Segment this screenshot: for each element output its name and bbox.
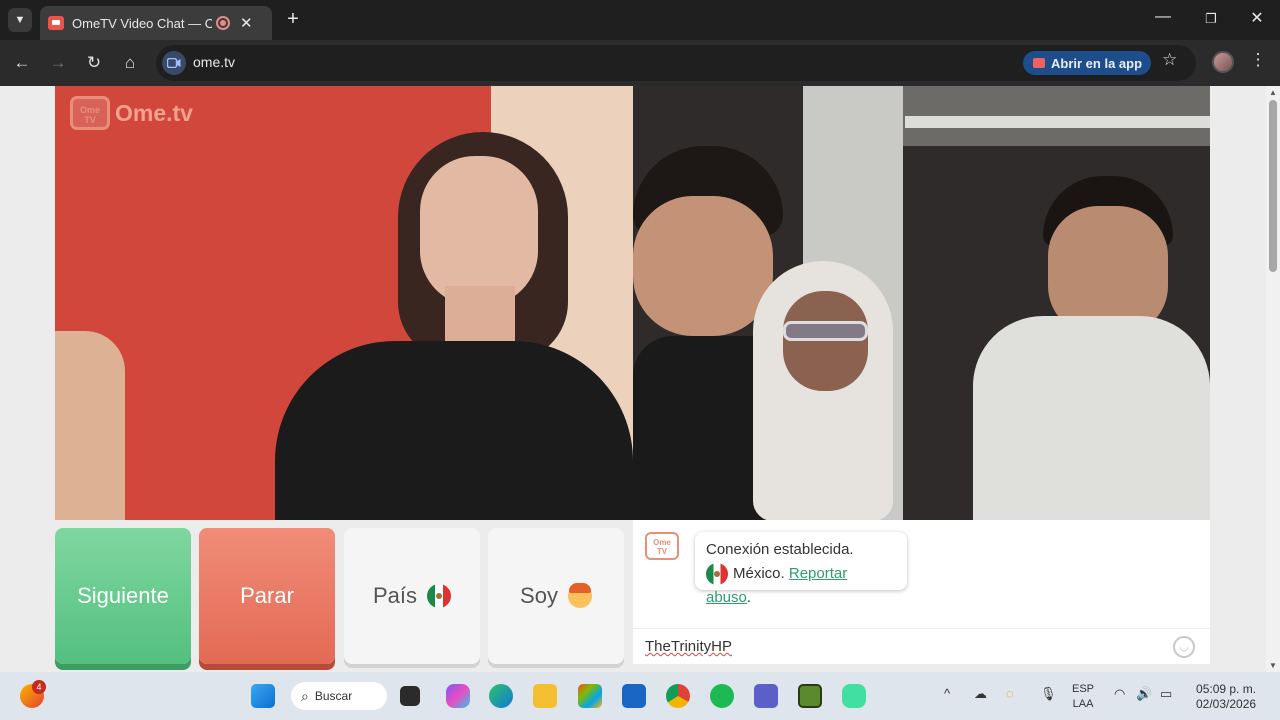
minecraft-icon[interactable] xyxy=(798,684,822,708)
forward-button[interactable]: → xyxy=(47,52,69,74)
home-button[interactable]: ⌂ xyxy=(119,52,141,74)
close-tab-icon[interactable]: ✕ xyxy=(240,14,253,32)
clock-time: 05:09 p. m. xyxy=(1196,682,1257,696)
back-button[interactable]: ← xyxy=(11,52,33,74)
chat-panel: Ome TV Conexión establecida. México. Repo… xyxy=(633,520,1210,664)
next-button[interactable]: Siguiente xyxy=(55,528,191,664)
store-icon[interactable] xyxy=(578,684,602,708)
chat-input-value[interactable]: TheTrinityHP xyxy=(645,638,732,655)
file-explorer-icon[interactable] xyxy=(533,684,557,708)
mexico-flag-icon xyxy=(706,563,728,586)
browser-title-bar: ▼ OmeTV Video Chat — OmeTV ✕ + — ❐ ✕ xyxy=(0,0,1280,40)
clock-date: 02/03/2026 xyxy=(1196,697,1257,711)
teams-icon[interactable] xyxy=(754,684,778,708)
search-icon: ⌕ xyxy=(301,687,309,704)
recording-indicator-icon xyxy=(216,16,230,30)
url-text[interactable]: ome.tv xyxy=(193,54,235,70)
scroll-up-arrow-icon[interactable]: ▲ xyxy=(1269,88,1277,97)
spotify-icon[interactable] xyxy=(710,684,734,708)
next-label: Siguiente xyxy=(77,583,169,608)
taskbar-search[interactable]: ⌕ Buscar xyxy=(291,682,387,710)
chat-input[interactable]: TheTrinityHP ◡ xyxy=(633,628,1210,664)
restore-button[interactable]: ❐ xyxy=(1196,11,1226,27)
search-label: Buscar xyxy=(314,689,353,703)
emoji-picker-icon[interactable]: ◡ xyxy=(1173,636,1195,658)
reload-button[interactable]: ↻ xyxy=(83,52,105,74)
notification-badge: 4 xyxy=(32,680,46,694)
volume-icon[interactable]: 🔊 xyxy=(1136,686,1152,702)
country-filter-button[interactable]: País xyxy=(344,528,480,664)
wifi-icon[interactable]: ◠ xyxy=(1114,686,1125,702)
logo-text: Ome.tv xyxy=(115,99,193,126)
ometv-chat-icon: Ome TV xyxy=(645,532,679,560)
profile-avatar[interactable] xyxy=(1212,51,1234,73)
gender-select-button[interactable]: Soy xyxy=(488,528,624,664)
onedrive-icon[interactable]: ☁ xyxy=(974,686,987,702)
country-line: México. Reportar abuso. xyxy=(706,562,896,610)
remote-video xyxy=(633,86,1210,520)
open-in-app-label: Abrir en la app xyxy=(1051,55,1143,71)
keyboard-layout: LAA xyxy=(1072,698,1094,710)
language-indicator[interactable]: ESP LAA xyxy=(1072,682,1094,712)
stop-button[interactable]: Parar xyxy=(199,528,335,664)
start-icon[interactable] xyxy=(251,684,275,708)
chrome-icon[interactable] xyxy=(666,684,690,708)
scrollbar-thumb[interactable] xyxy=(1269,100,1277,272)
app-icon xyxy=(1033,58,1045,68)
open-in-app-button[interactable]: Abrir en la app xyxy=(1023,51,1151,75)
boy-emoji-icon xyxy=(567,583,592,608)
language-code: ESP xyxy=(1072,683,1095,695)
page-scrollbar[interactable]: ▲ ▼ xyxy=(1266,86,1280,672)
ometv-favicon-icon xyxy=(48,16,64,30)
task-view-icon[interactable] xyxy=(400,686,420,706)
system-clock[interactable]: 05:09 p. m. 02/03/2026 xyxy=(1196,682,1256,712)
bookmark-star-icon[interactable]: ☆ xyxy=(1162,50,1177,70)
tab-search-button[interactable]: ▼ xyxy=(8,8,32,32)
minimize-button[interactable]: — xyxy=(1148,8,1178,26)
stop-label: Parar xyxy=(240,583,294,608)
show-hidden-icons-icon[interactable]: ^ xyxy=(944,686,950,701)
connection-message: Conexión establecida. xyxy=(706,541,854,558)
report-suffix: . xyxy=(746,589,752,606)
browser-tab[interactable]: OmeTV Video Chat — OmeTV ✕ xyxy=(40,6,272,40)
page-viewport: Ome TV Ome.tv Siguiente Parar País Soy Om… xyxy=(0,86,1266,672)
ometv-logo: Ome TV Ome.tv xyxy=(70,96,193,130)
battery-icon[interactable]: ▭ xyxy=(1160,686,1172,702)
scroll-down-arrow-icon[interactable]: ▼ xyxy=(1269,661,1277,670)
microphone-icon[interactable]: 🎙 xyxy=(1040,686,1057,702)
tab-title: OmeTV Video Chat — OmeTV xyxy=(72,15,212,31)
new-tab-button[interactable]: + xyxy=(282,8,304,31)
ometv-tv-icon: Ome TV xyxy=(70,96,110,130)
copilot-icon[interactable] xyxy=(446,684,470,708)
mexico-flag-icon xyxy=(427,584,452,608)
sync-icon[interactable]: ◌ xyxy=(1006,686,1014,701)
country-label: País xyxy=(372,583,418,608)
edge-icon[interactable] xyxy=(489,684,513,708)
site-video-icon[interactable] xyxy=(162,51,186,75)
gender-label: Soy xyxy=(520,583,558,608)
outlook-icon[interactable] xyxy=(622,684,646,708)
windows-taskbar: 4 ⌕ Buscar ^ ☁ ◌ 🎙 ESP LAA ◠ 🔊 ▭ 05:09 p… xyxy=(0,672,1280,720)
system-message: Conexión establecida. México. Reportar a… xyxy=(695,532,907,606)
address-bar[interactable]: ome.tv Abrir en la app xyxy=(156,45,1196,81)
local-video: Ome TV Ome.tv xyxy=(55,86,633,520)
close-window-button[interactable]: ✕ xyxy=(1242,8,1272,28)
country-name: México. xyxy=(733,565,785,582)
app-robot-icon[interactable] xyxy=(842,684,866,708)
browser-toolbar: ← → ↻ ⌂ ome.tv Abrir en la app ☆ ⋮ xyxy=(0,40,1280,86)
browser-menu-icon[interactable]: ⋮ xyxy=(1248,50,1268,70)
